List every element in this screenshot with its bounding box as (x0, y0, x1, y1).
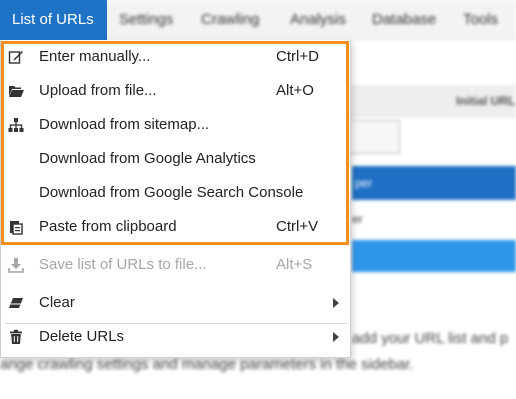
paste-icon (8, 219, 24, 235)
background-text-fragment: er (352, 212, 363, 226)
menu-analysis[interactable]: Analysis (290, 11, 346, 28)
background-hint-line-2: ange crawling settings and manage parame… (0, 356, 414, 373)
menu-item-enter-manually[interactable]: Enter manually... Ctrl+D (1, 40, 351, 74)
menu-item-label: Delete URLs (39, 328, 125, 345)
background-hint-line-1: add your URL list and p (352, 330, 509, 347)
menu-item-download-from-sitemap[interactable]: Download from sitemap... (1, 108, 351, 142)
menu-item-label: Paste from clipboard (39, 218, 177, 235)
menu-item-download-from-google-analytics[interactable]: Download from Google Analytics (1, 142, 351, 176)
submenu-arrow-icon (333, 298, 339, 308)
menu-item-upload-from-file[interactable]: Upload from file... Alt+O (1, 74, 351, 108)
menu-item-shortcut: Ctrl+D (276, 48, 319, 65)
background-primary-button[interactable] (352, 166, 516, 200)
menu-list-of-urls[interactable]: List of URLs (0, 0, 107, 40)
menu-item-shortcut: Alt+O (276, 82, 314, 99)
menu-item-label: Clear (39, 294, 75, 311)
menu-crawling[interactable]: Crawling (201, 11, 259, 28)
initial-url-header: Initial URL (456, 94, 516, 108)
menu-item-label: Download from Google Search Console (39, 184, 304, 201)
menu-item-clear[interactable]: Clear (1, 286, 351, 320)
menu-database[interactable]: Database (372, 11, 436, 28)
menu-item-delete-urls[interactable]: Delete URLs (1, 320, 351, 354)
folder-open-icon (8, 83, 24, 99)
background-primary-button-label: per (355, 176, 373, 190)
submenu-arrow-icon (333, 332, 339, 342)
menu-item-label: Upload from file... (39, 82, 157, 99)
menu-item-label: Save list of URLs to file... (39, 256, 207, 273)
trash-icon (8, 329, 24, 345)
menu-item-paste-from-clipboard[interactable]: Paste from clipboard Ctrl+V (1, 210, 351, 244)
sitemap-icon (8, 117, 24, 133)
menu-settings[interactable]: Settings (119, 11, 173, 28)
list-of-urls-dropdown: Enter manually... Ctrl+D Upload from fil… (0, 40, 351, 358)
menu-tools[interactable]: Tools (463, 11, 498, 28)
menu-item-label: Download from Google Analytics (39, 150, 256, 167)
background-secondary-button[interactable] (352, 240, 516, 272)
menu-item-shortcut: Ctrl+V (276, 218, 319, 235)
menu-item-shortcut: Alt+S (276, 256, 313, 273)
eraser-icon (8, 295, 24, 311)
menu-item-label: Enter manually... (39, 48, 151, 65)
menu-item-label: Download from sitemap... (39, 116, 210, 133)
menu-item-download-from-google-search-console[interactable]: Download from Google Search Console (1, 176, 351, 210)
menu-item-save-list-of-urls[interactable]: Save list of URLs to file... Alt+S (1, 248, 351, 282)
download-icon (8, 257, 24, 273)
edit-icon (8, 49, 24, 65)
